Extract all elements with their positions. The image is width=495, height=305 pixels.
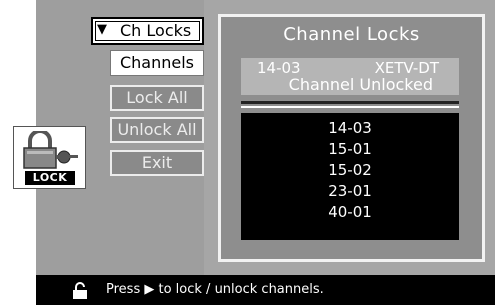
channel-list[interactable]: 14-03 15-01 15-02 23-01 40-01	[241, 113, 459, 240]
play-arrow-icon: ▶	[144, 282, 155, 297]
channel-list-item[interactable]: 15-02	[241, 161, 459, 179]
channel-list-item[interactable]: 15-01	[241, 140, 459, 158]
menu-title-label: Ch Locks	[120, 21, 192, 40]
lock-icon-box: LOCK	[13, 126, 86, 189]
panel-title: Channel Locks	[283, 24, 420, 45]
lock-all-button[interactable]: Lock All	[110, 85, 204, 111]
triangle-down-icon: ▼	[97, 22, 107, 37]
channel-list-item[interactable]: 23-01	[241, 182, 459, 200]
channels-button[interactable]: Channels	[110, 50, 204, 76]
status-text-before: Press	[106, 282, 141, 297]
status-bar: Press ▶ to lock / unlock channels.	[36, 275, 495, 305]
ch-locks-menu-title[interactable]: ▼ Ch Locks	[91, 17, 204, 45]
channel-lock-status: Channel Unlocked	[288, 75, 433, 94]
padlock-key-icon	[23, 131, 78, 169]
padlock-icon	[73, 282, 87, 299]
channel-locks-panel: Channel Locks 14-03 XETV-DT Channel Unlo…	[218, 14, 485, 262]
divider	[241, 101, 459, 104]
divider	[241, 106, 459, 108]
status-hint: Press ▶ to lock / unlock channels.	[106, 282, 324, 297]
exit-button[interactable]: Exit	[110, 150, 204, 176]
channel-list-item[interactable]: 40-01	[241, 203, 459, 221]
unlock-all-button[interactable]: Unlock All	[110, 117, 204, 143]
channel-list-item[interactable]: 14-03	[241, 119, 459, 137]
status-text-after: to lock / unlock channels.	[158, 282, 324, 297]
current-channel-info: 14-03 XETV-DT Channel Unlocked	[241, 58, 459, 95]
lock-label: LOCK	[25, 171, 75, 185]
